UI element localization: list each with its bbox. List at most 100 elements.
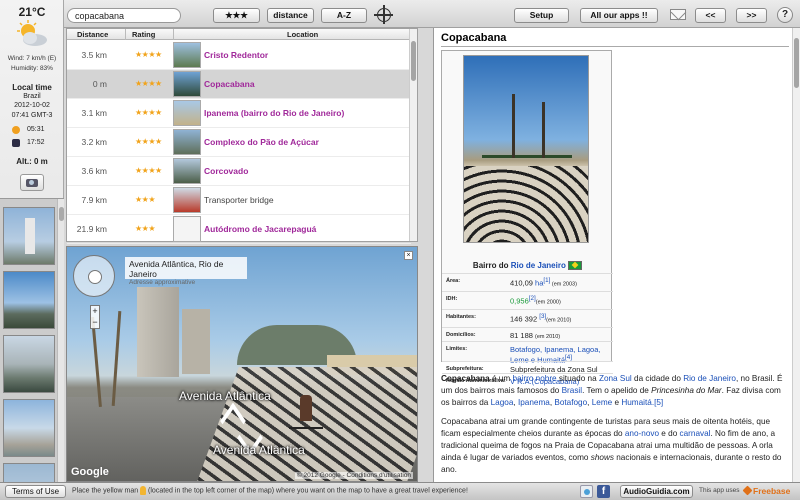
photo-thumbnail[interactable]	[3, 271, 55, 329]
infobox-value: 146 392	[510, 314, 540, 324]
temperature: 21°C	[18, 5, 46, 19]
list-row[interactable]: 21.9 km ★★★ Autódromo de Jacarepaguá	[67, 215, 411, 244]
pan-control[interactable]	[73, 255, 115, 297]
row-location-name[interactable]: Cristo Redentor	[204, 50, 268, 60]
row-rating-stars: ★★★★	[135, 50, 162, 59]
infobox-sup[interactable]: [4]	[565, 354, 572, 361]
row-distance: 3.5 km	[81, 50, 107, 60]
sort-by-distance-button[interactable]: distance	[267, 8, 314, 23]
article-link[interactable]: bairro nobre	[512, 374, 556, 383]
scroll-thumb[interactable]	[411, 41, 416, 81]
previous-button[interactable]: <<	[695, 8, 726, 23]
search-input[interactable]	[67, 8, 181, 23]
infobox-key: Limites:	[446, 346, 468, 352]
zoom-control[interactable]: + −	[90, 305, 100, 329]
bottom-bar: Terms of Use Place the yellow man (locat…	[0, 482, 800, 500]
sort-az-button[interactable]: A-Z	[321, 8, 367, 23]
list-row[interactable]: 3.2 km ★★★★ Complexo do Pão de Açúcar	[67, 128, 411, 157]
bicycle	[289, 417, 323, 429]
hint-text: Place the yellow man	[72, 487, 141, 495]
row-thumbnail	[173, 129, 201, 155]
zoom-in-button[interactable]: +	[91, 306, 99, 317]
locate-crosshair-icon[interactable]	[374, 5, 393, 24]
row-location-name[interactable]: Ipanema (bairro do Rio de Janeiro)	[204, 108, 344, 118]
close-icon[interactable]: ×	[404, 251, 413, 260]
row-location-name[interactable]: Transporter bridge	[204, 195, 274, 205]
infobox-value: 146 392 [3](em 2010)	[510, 313, 610, 324]
row-location-name[interactable]: Autódromo de Jacarepaguá	[204, 224, 316, 234]
article-scrollbar[interactable]	[792, 28, 800, 482]
article-link[interactable]: Lagoa	[491, 398, 514, 407]
photo-strip[interactable]	[0, 198, 64, 482]
sort-by-rating-button[interactable]: ★★★	[213, 8, 260, 23]
column-divider	[125, 29, 126, 40]
photo-thumbnail[interactable]	[3, 399, 55, 457]
twitter-icon[interactable]	[580, 485, 593, 498]
article-link[interactable]: Botafogo	[554, 398, 587, 407]
list-scrollbar[interactable]	[409, 29, 417, 241]
local-date: 2012-10-02	[14, 102, 50, 109]
setup-button[interactable]: Setup	[514, 8, 569, 23]
row-thumbnail	[173, 216, 201, 242]
scroll-thumb[interactable]	[59, 207, 64, 221]
toolbar: ★★★ distance A-Z Setup All our apps !! <…	[64, 0, 800, 28]
facebook-icon[interactable]: f	[597, 485, 610, 498]
row-rating-stars: ★★★★	[135, 166, 162, 175]
infobox-value: 410,09	[510, 278, 536, 288]
freebase-logo[interactable]: Freebase	[742, 485, 790, 496]
list-header: Distance Rating Location	[67, 29, 411, 40]
infobox-sup[interactable]: [2]	[529, 295, 536, 302]
terms-of-use-button[interactable]: Terms of Use	[5, 485, 66, 498]
divider	[441, 46, 789, 47]
caption-link[interactable]: Rio de Janeiro	[511, 261, 566, 270]
row-rating-stars: ★★★★	[135, 137, 162, 146]
scroll-thumb[interactable]	[794, 38, 799, 88]
article-link[interactable]: Zona Sul	[599, 374, 632, 383]
infobox-value: 81 188 (em 2010)	[510, 331, 610, 340]
infobox-key: Habitantes:	[446, 314, 476, 320]
column-header-rating[interactable]: Rating	[132, 30, 155, 39]
article-link[interactable]: .[5]	[652, 398, 663, 407]
photo-thumbnail[interactable]	[3, 463, 55, 482]
article-paragraph: Copacabana é um bairro nobre situado na …	[441, 373, 786, 409]
article-link[interactable]: Humaitá	[621, 398, 652, 407]
column-header-distance[interactable]: Distance	[77, 30, 108, 39]
freebase-icon	[742, 485, 753, 496]
list-row[interactable]: 3.6 km ★★★★ Corcovado	[67, 157, 411, 186]
camera-button[interactable]	[20, 174, 44, 191]
mail-icon[interactable]	[670, 9, 686, 20]
article-link[interactable]: ano-novo	[625, 429, 659, 438]
photo-thumbnail[interactable]	[3, 335, 55, 393]
help-button[interactable]: ?	[777, 7, 793, 23]
zoom-out-button[interactable]: −	[91, 317, 99, 328]
infobox-small: (em 2003)	[550, 281, 577, 288]
infobox-photo	[463, 55, 589, 243]
row-location-name[interactable]: Corcovado	[204, 166, 248, 176]
audioguidia-button[interactable]: AudioGuidia.com	[620, 485, 693, 498]
article-link[interactable]: Brasil	[562, 386, 582, 395]
partly-cloudy-icon	[17, 20, 47, 46]
photo-thumbnail[interactable]	[3, 207, 55, 265]
list-row[interactable]: 3.5 km ★★★★ Cristo Redentor	[67, 41, 411, 70]
column-header-location[interactable]: Location	[287, 30, 318, 39]
row-location-name[interactable]: Copacabana	[204, 79, 255, 89]
street-view-map[interactable]: + − Avenida Atlântica, Rio de Janeiro Ad…	[66, 246, 418, 482]
row-distance: 3.1 km	[81, 108, 107, 118]
next-button[interactable]: >>	[736, 8, 767, 23]
article-link[interactable]: carnaval	[680, 429, 711, 438]
list-row[interactable]: 7.9 km ★★★ Transporter bridge	[67, 186, 411, 215]
map-copyright[interactable]: © 2012 Google - Conditions d'utilisation	[294, 472, 413, 479]
article-link[interactable]: Rio de Janeiro	[683, 374, 736, 383]
sunset-time: 17:52	[27, 139, 45, 146]
article-link[interactable]: Leme	[592, 398, 612, 407]
photo-scrollbar[interactable]	[57, 199, 64, 482]
infobox-key: Área:	[446, 278, 461, 284]
list-row[interactable]: 3.1 km ★★★★ Ipanema (bairro do Rio de Jane…	[67, 99, 411, 128]
row-location-name[interactable]: Complexo do Pão de Açúcar	[204, 137, 319, 147]
all-apps-button[interactable]: All our apps !!	[580, 8, 658, 23]
article-link[interactable]: Ipanema	[518, 398, 550, 407]
street-label: Avenida Atlântica	[213, 443, 305, 457]
infobox-value: 81 188	[510, 331, 536, 340]
list-row[interactable]: 0 m ★★★★ Copacabana	[67, 70, 411, 99]
infobox-row: Limites: Botafogo, Ipanema, Lagoa, Leme e…	[442, 341, 613, 365]
